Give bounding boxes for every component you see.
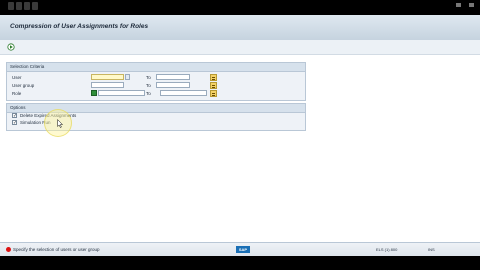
user-group-row: User group To — [7, 82, 305, 89]
selection-options-icon[interactable] — [91, 90, 97, 96]
system-info[interactable]: ELS (1) 800 — [376, 246, 397, 253]
to-label: To — [146, 83, 151, 88]
status-bar: Specify the selection of users or user g… — [0, 242, 480, 257]
value-help-icon[interactable] — [125, 74, 130, 80]
top-bar — [0, 0, 480, 15]
delete-expired-checkbox[interactable]: ✓ — [12, 113, 17, 119]
sap-logo: SAP — [236, 246, 250, 253]
multiple-selection-icon[interactable] — [210, 90, 217, 97]
row-label: Role — [12, 91, 22, 96]
multiple-selection-icon[interactable] — [210, 82, 217, 89]
role-to-field[interactable] — [160, 90, 207, 96]
top-bar-chip — [32, 2, 38, 10]
user-to-field[interactable] — [156, 74, 190, 80]
user-group-from-field[interactable] — [91, 82, 124, 88]
role-from-field[interactable] — [98, 90, 145, 96]
simulation-run-checkbox[interactable]: ✓ — [12, 120, 17, 126]
row-label: User group — [12, 83, 35, 88]
row-label: User — [12, 75, 22, 80]
role-row: Role To — [7, 90, 305, 97]
user-group-to-field[interactable] — [156, 82, 190, 88]
insert-mode: INS — [428, 247, 435, 252]
group-header: Selection Criteria — [7, 63, 305, 72]
user-from-field[interactable] — [91, 74, 124, 80]
screen: Compression of User Assignments for Role… — [0, 0, 480, 270]
maximize-icon[interactable] — [469, 3, 474, 7]
window-controls — [456, 3, 474, 7]
to-label: To — [146, 91, 151, 96]
top-bar-chip — [8, 2, 14, 10]
user-row: User To — [7, 74, 305, 81]
minimize-icon[interactable] — [456, 3, 461, 7]
main-window: Compression of User Assignments for Role… — [0, 15, 480, 242]
status-message: Specify the selection of users or user g… — [13, 247, 100, 252]
selection-criteria-group: Selection Criteria User To User group To… — [6, 62, 306, 101]
top-bar-chip — [24, 2, 30, 10]
bottom-bar — [0, 256, 480, 270]
application-toolbar — [0, 40, 480, 55]
top-bar-chip — [16, 2, 22, 10]
multiple-selection-icon[interactable] — [210, 74, 217, 81]
execute-icon[interactable] — [7, 43, 15, 51]
mouse-pointer-icon — [57, 119, 63, 128]
to-label: To — [146, 75, 151, 80]
title-bar: Compression of User Assignments for Role… — [0, 15, 480, 41]
top-bar-icons — [8, 2, 38, 13]
error-icon — [6, 247, 11, 252]
page-title: Compression of User Assignments for Role… — [10, 23, 149, 30]
